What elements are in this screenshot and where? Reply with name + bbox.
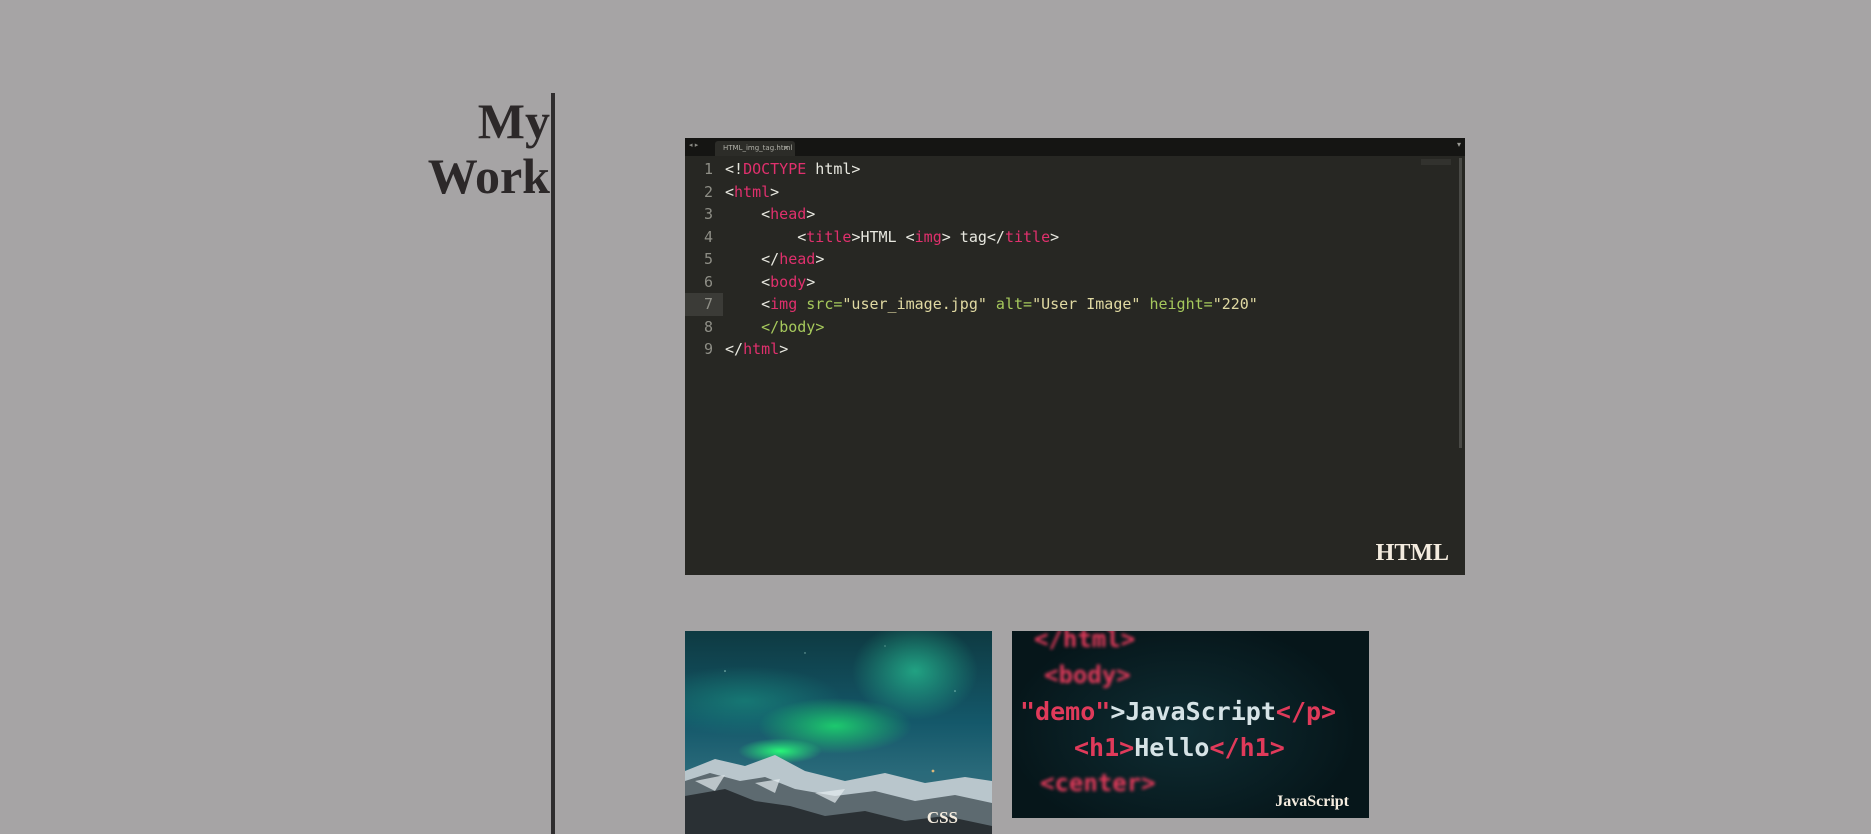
work-tile-javascript[interactable]: </html> <body> "demo">JavaScript</p> <h1>He… bbox=[1012, 631, 1369, 818]
tile-caption-css: CSS bbox=[926, 808, 958, 827]
code-text: </body> bbox=[725, 317, 825, 336]
line-number: 2 bbox=[703, 182, 713, 201]
line-number: 3 bbox=[703, 205, 713, 223]
code-text: </head> bbox=[725, 250, 825, 268]
code-text: </html> bbox=[725, 340, 789, 358]
code-line: 2 <html> bbox=[685, 181, 1425, 204]
portfolio-page: My Work ◂ ▸ HTML_img_tag.html × ▾ 1 <!DOC… bbox=[0, 0, 1871, 834]
section-heading: My Work bbox=[380, 94, 550, 204]
code-text: <img src="user_image.jpg" alt="User Imag… bbox=[725, 295, 1258, 313]
editor-tabbar: ◂ ▸ HTML_img_tag.html × ▾ bbox=[685, 138, 1465, 156]
code-area: 1 <!DOCTYPE html> 2 <html> 3 <head> 4 <title>… bbox=[685, 158, 1425, 361]
code-text: <body> bbox=[725, 272, 816, 291]
minimap bbox=[1421, 159, 1451, 165]
tile-caption-html: HTML bbox=[1375, 540, 1449, 566]
line-number: 5 bbox=[703, 250, 713, 268]
code-line: 3 <head> bbox=[685, 203, 1425, 226]
code-text: <head> bbox=[725, 205, 816, 223]
heading-line-1: My bbox=[477, 93, 550, 149]
code-text: <!DOCTYPE html> bbox=[725, 160, 861, 178]
tab-arrows-icon: ◂ ▸ bbox=[689, 141, 699, 149]
vertical-divider bbox=[551, 93, 555, 834]
work-tile-css[interactable]: CSS bbox=[685, 631, 992, 834]
code-line: 1 <!DOCTYPE html> bbox=[685, 158, 1425, 181]
line-number: 7 bbox=[685, 293, 723, 316]
line-number: 4 bbox=[703, 227, 713, 246]
window-menu-icon: ▾ bbox=[1456, 140, 1461, 149]
editor-tab-label: HTML_img_tag.html bbox=[723, 144, 793, 152]
line-number: 8 bbox=[703, 317, 713, 336]
javascript-code-line: "demo">JavaScript</p> bbox=[1020, 697, 1337, 726]
javascript-code-line: <center> bbox=[1040, 769, 1156, 797]
code-line: 5 </head> bbox=[685, 248, 1425, 271]
tab-close-icon: × bbox=[783, 144, 789, 152]
code-line: 4 <title>HTML <img> tag</title> bbox=[685, 226, 1425, 249]
code-line: 7 <img src="user_image.jpg" alt="User Im… bbox=[685, 293, 1425, 316]
line-number: 6 bbox=[703, 272, 713, 291]
work-tile-html[interactable]: ◂ ▸ HTML_img_tag.html × ▾ 1 <!DOCTYPE htm… bbox=[685, 138, 1465, 575]
heading-line-2: Work bbox=[427, 148, 550, 204]
line-number: 9 bbox=[703, 340, 713, 358]
code-line: 9 </html> bbox=[685, 338, 1425, 361]
code-line: 8 </body> bbox=[685, 316, 1425, 339]
editor-scrollbar bbox=[1459, 158, 1462, 448]
aurora-landscape-image bbox=[685, 645, 992, 834]
code-text: <html> bbox=[725, 182, 780, 201]
code-line: 6 <body> bbox=[685, 271, 1425, 294]
tile-caption-javascript: JavaScript bbox=[1275, 793, 1349, 810]
editor-tab: HTML_img_tag.html × bbox=[715, 141, 795, 156]
code-text: <title>HTML <img> tag</title> bbox=[725, 227, 1060, 246]
javascript-code-line: <h1>Hello</h1> bbox=[1074, 733, 1285, 762]
javascript-code-line: </html> bbox=[1034, 631, 1136, 653]
javascript-code-line: <body> bbox=[1044, 661, 1131, 689]
line-number: 1 bbox=[703, 160, 713, 178]
